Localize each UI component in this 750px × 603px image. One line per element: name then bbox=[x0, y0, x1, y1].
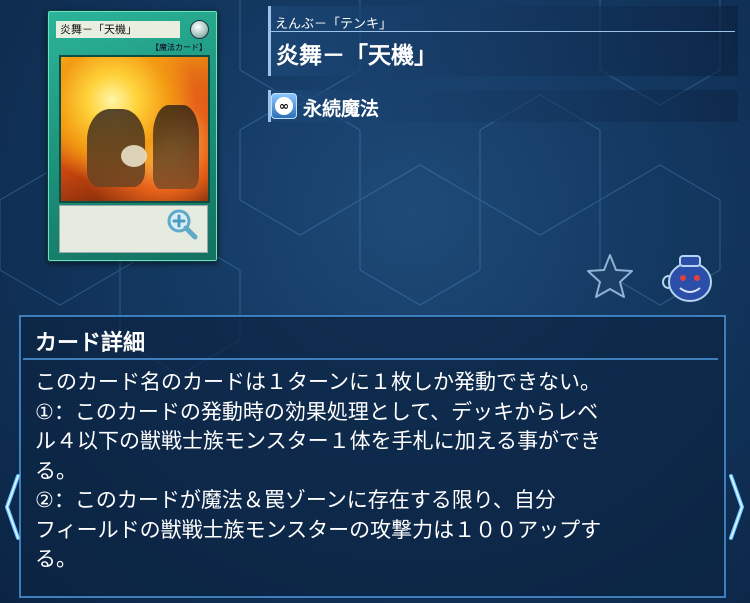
effect-line: る。 bbox=[35, 458, 77, 483]
continuous-icon: ∞ bbox=[271, 93, 297, 119]
card-reading: えんぶ－「テンキ」 bbox=[275, 17, 393, 32]
card-image-name: 炎舞－「天機」 bbox=[56, 21, 180, 38]
details-divider bbox=[23, 358, 718, 360]
card-image[interactable]: 炎舞－「天機」 【魔法カード】 bbox=[47, 10, 218, 262]
card-effect-text: このカード名のカードは１ターンに１枚しか発動できない。 ①：このカードの発動時の効… bbox=[35, 368, 711, 575]
favorite-star-icon[interactable] bbox=[585, 252, 635, 300]
previous-card-arrow-icon[interactable] bbox=[2, 472, 22, 542]
next-card-arrow-icon[interactable] bbox=[727, 472, 747, 542]
spell-attribute-icon bbox=[190, 20, 209, 39]
zoom-in-icon[interactable] bbox=[165, 207, 199, 241]
card-type-label: 永続魔法 bbox=[303, 98, 380, 120]
effect-line: る。 bbox=[35, 547, 77, 571]
effect-line: ②：このカードが魔法＆罠ゾーンに存在する限り、自分 bbox=[35, 488, 556, 512]
card-details-heading: カード詳細 bbox=[35, 331, 146, 356]
card-title: 炎舞－「天機」 bbox=[276, 43, 437, 69]
effect-line: ①：このカードの発動時の効果処理として、デッキからレベ bbox=[35, 399, 599, 424]
effect-line: フィールドの獣戦士族モンスターの攻撃力は１００アップす bbox=[35, 517, 602, 542]
card-artwork bbox=[59, 55, 210, 203]
pot-of-greed-icon[interactable] bbox=[660, 250, 716, 304]
effect-line: このカード名のカードは１ターンに１枚しか発動できない。 bbox=[35, 370, 601, 394]
effect-line: ル４以下の獣戦士族モンスター１体を手札に加える事ができ bbox=[35, 429, 601, 453]
card-image-type: 【魔法カード】 bbox=[151, 43, 207, 52]
